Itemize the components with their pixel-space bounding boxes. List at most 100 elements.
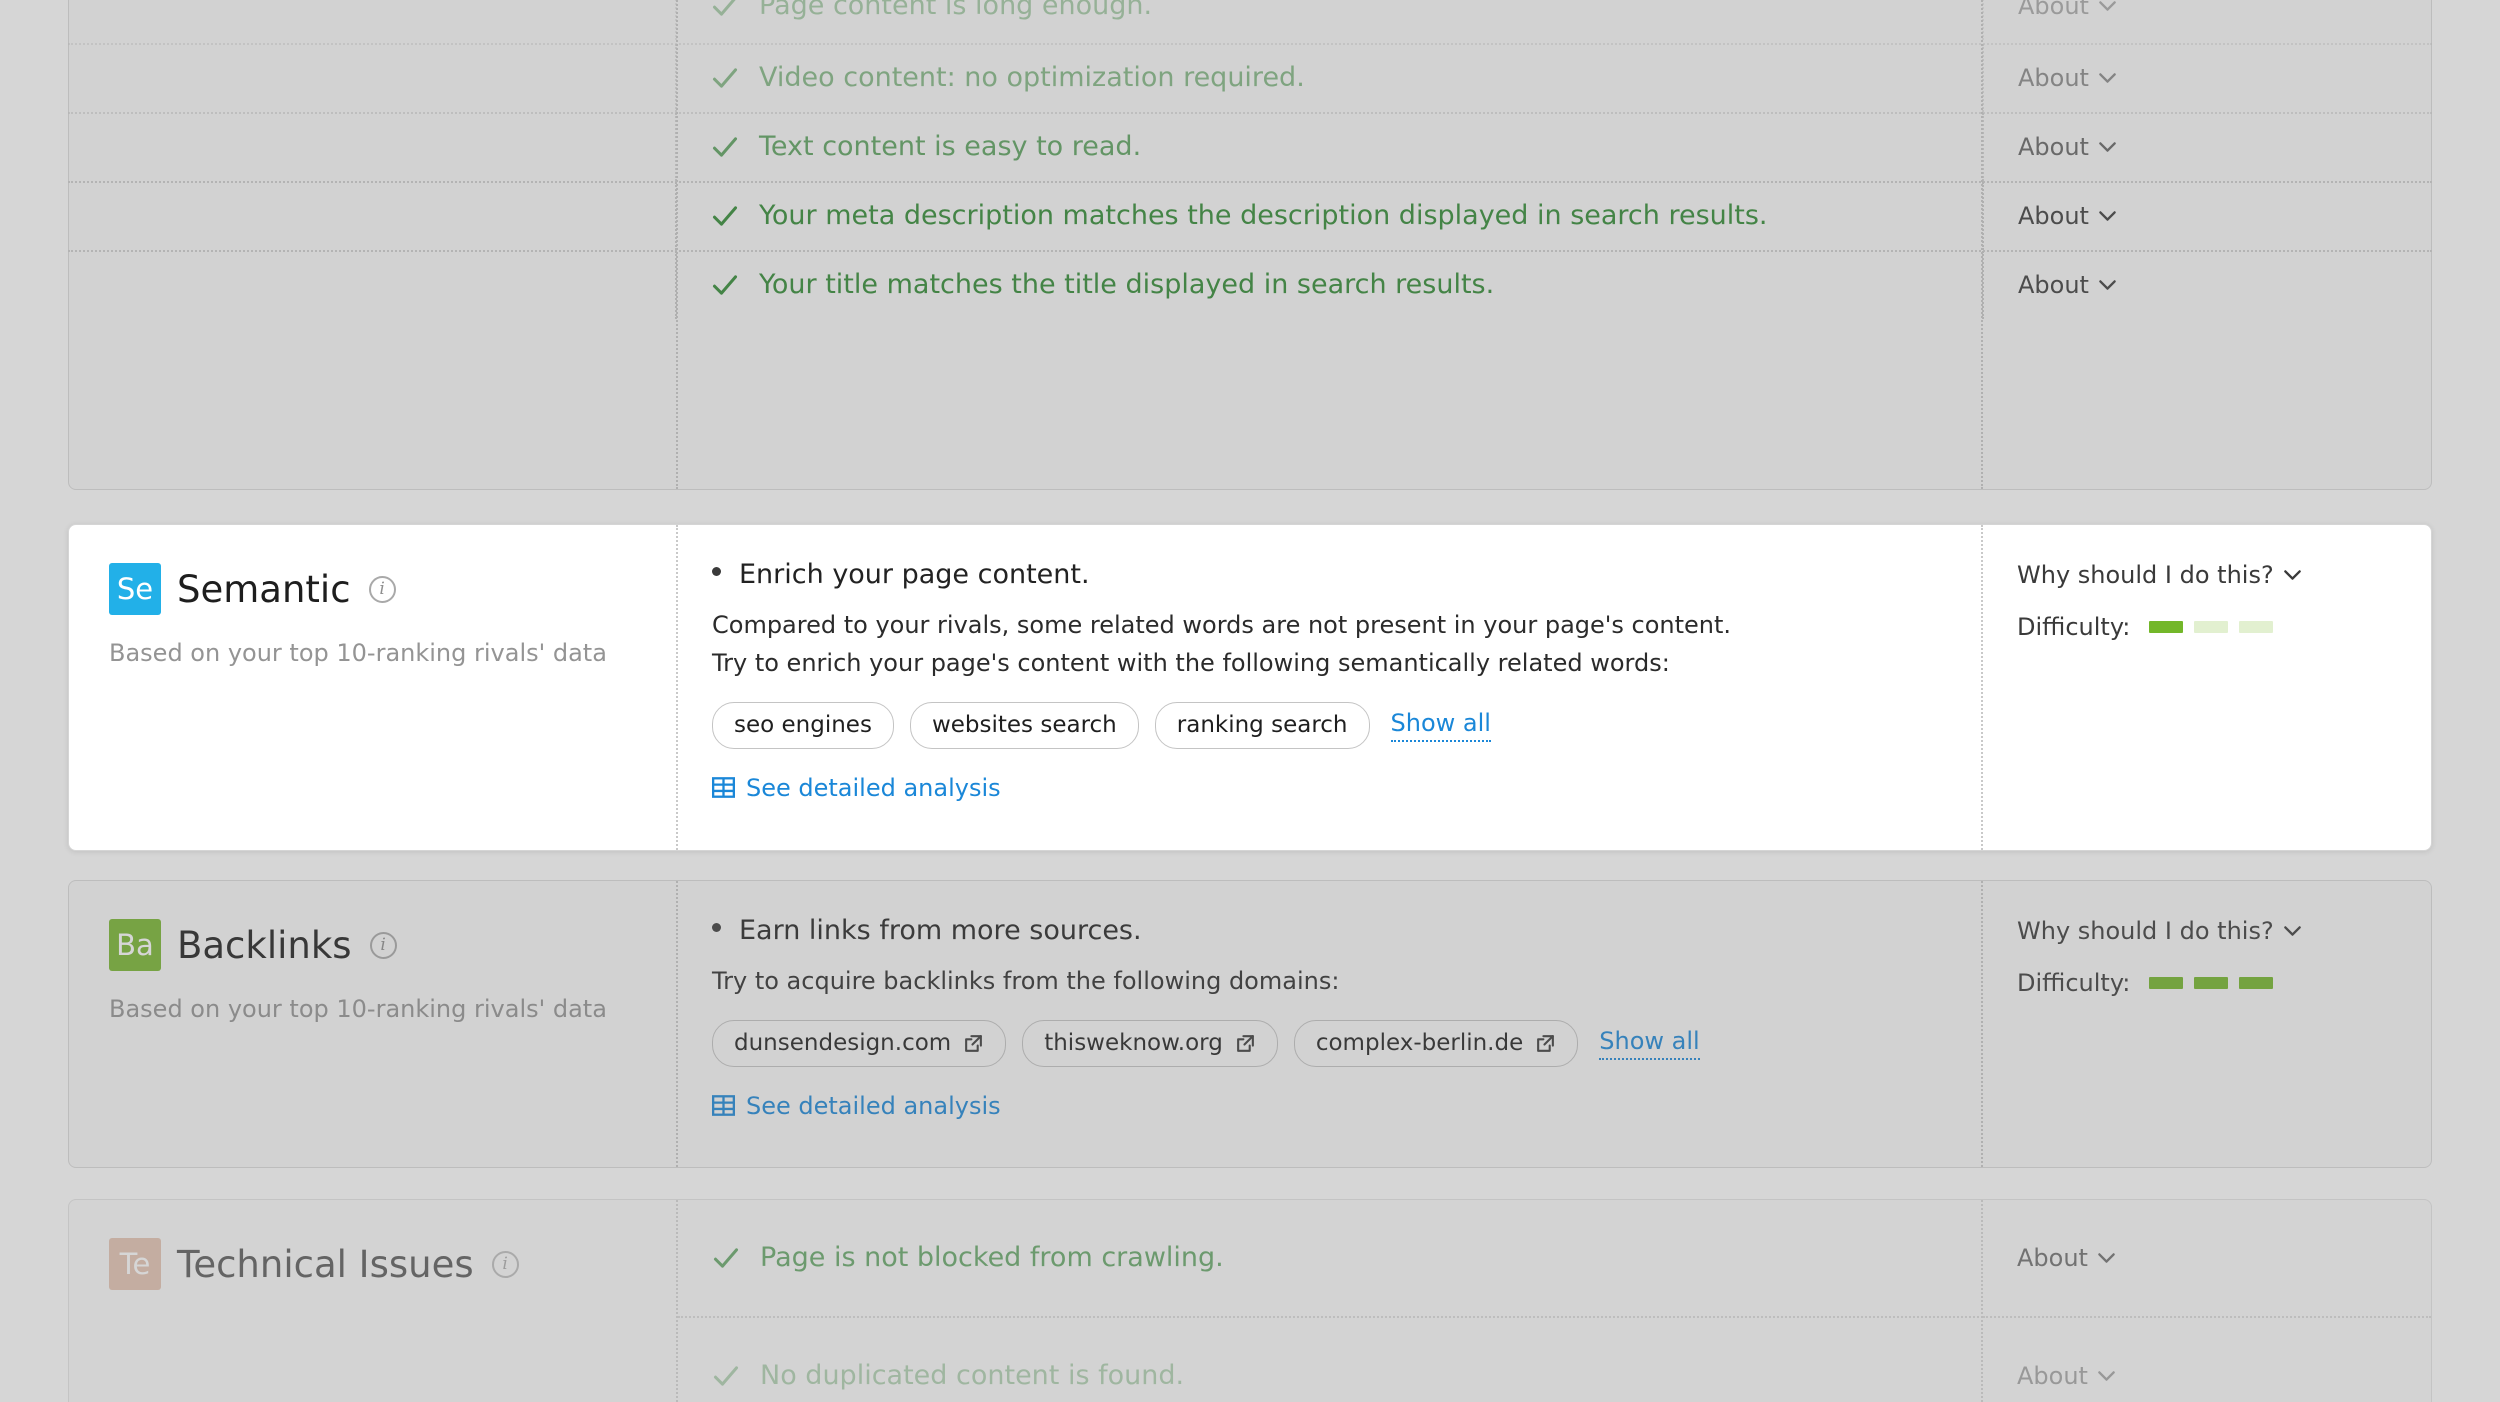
- check-row-left: [68, 0, 677, 40]
- check-row-left: [68, 113, 677, 181]
- backlinks-card-content: Earn links from more sources. Try to acq…: [678, 881, 1983, 1167]
- check-icon: [712, 206, 738, 226]
- bullet-icon: [712, 923, 721, 932]
- about-link[interactable]: About: [2018, 64, 2117, 92]
- keyword-chip[interactable]: websites search: [909, 702, 1139, 749]
- difficulty-bar-filled: [2149, 621, 2184, 633]
- see-detailed-analysis-label: See detailed analysis: [746, 773, 1001, 802]
- chevron-down-icon: [2098, 1253, 2115, 1263]
- check-icon: [712, 137, 738, 157]
- keyword-chip-label: ranking search: [1176, 712, 1348, 739]
- chevron-down-icon: [2099, 73, 2116, 83]
- difficulty-indicator: Difficulty:: [2017, 969, 2411, 997]
- semantic-card-left: Se Semantic i Based on your top 10-ranki…: [69, 525, 678, 850]
- semantic-keyword-chips: seo engines websites search ranking sear…: [712, 702, 1953, 749]
- backlinks-card-subtitle: Based on your top 10-ranking rivals' dat…: [109, 995, 607, 1023]
- check-row-right: About: [1984, 44, 2432, 112]
- about-label: About: [2018, 0, 2089, 20]
- about-link[interactable]: About: [2017, 1362, 2116, 1390]
- difficulty-bars: [2149, 621, 2274, 633]
- technical-issues-card[interactable]: Te Technical Issues i Page is not blocke…: [68, 1199, 2432, 1402]
- backlinks-domain-chips: dunsendesign.com thisweknow.org complex-…: [712, 1020, 1953, 1067]
- about-label: About: [2018, 133, 2089, 161]
- check-row: Your meta description matches the descri…: [68, 182, 2432, 250]
- about-label: About: [2018, 271, 2089, 299]
- check-icon: [712, 68, 738, 88]
- backlinks-badge-icon: Ba: [109, 919, 161, 971]
- about-link[interactable]: About: [2018, 202, 2117, 230]
- about-link[interactable]: About: [2018, 0, 2117, 20]
- info-icon[interactable]: i: [368, 575, 396, 603]
- semantic-card-header: Se Semantic i: [109, 563, 638, 615]
- see-detailed-analysis-link[interactable]: See detailed analysis: [712, 774, 1953, 802]
- semantic-card-meta: Why should I do this? Difficulty:: [1983, 525, 2431, 850]
- backlinks-body-line-1: Try to acquire backlinks from the follow…: [712, 967, 1340, 995]
- about-link[interactable]: About: [2018, 133, 2117, 161]
- info-icon[interactable]: i: [491, 1250, 519, 1278]
- semantic-card-content: Enrich your page content. Compared to yo…: [678, 525, 1983, 850]
- check-icon: [713, 1248, 739, 1268]
- check-row-middle: Your title matches the title displayed i…: [677, 251, 1984, 319]
- check-row-left: [68, 44, 677, 112]
- backlinks-card[interactable]: Ba Backlinks i Based on your top 10-rank…: [68, 880, 2432, 1168]
- difficulty-bar-filled: [2194, 977, 2229, 989]
- semantic-card-title: Semantic: [177, 567, 351, 611]
- difficulty-bars: [2149, 977, 2274, 989]
- about-link[interactable]: About: [2017, 1244, 2116, 1272]
- why-should-i-do-this-link[interactable]: Why should I do this?: [2017, 561, 2302, 589]
- why-label: Why should I do this?: [2017, 561, 2274, 589]
- show-all-link[interactable]: Show all: [1390, 709, 1491, 743]
- technical-check-row: No duplicated content is found.: [678, 1318, 1983, 1402]
- technical-check-label: Page is not blocked from crawling.: [760, 1241, 1224, 1273]
- check-row-right: About: [1984, 251, 2432, 319]
- check-row-label: Your meta description matches the descri…: [759, 199, 1768, 231]
- keyword-chip[interactable]: ranking search: [1154, 702, 1370, 749]
- table-grid-icon: [712, 1095, 735, 1117]
- difficulty-label: Difficulty:: [2017, 969, 2131, 997]
- semantic-card[interactable]: Se Semantic i Based on your top 10-ranki…: [68, 524, 2432, 851]
- why-should-i-do-this-link[interactable]: Why should I do this?: [2017, 917, 2302, 945]
- semantic-body-line-2: Try to enrich your page's content with t…: [712, 649, 1670, 678]
- check-row-label: Text content is easy to read.: [759, 130, 1142, 162]
- chevron-down-icon: [2098, 1371, 2115, 1381]
- seo-audit-page: Page content is long enough. About Video…: [0, 0, 2500, 1402]
- chevron-down-icon: [2099, 280, 2116, 290]
- domain-chip-label: complex-berlin.de: [1315, 1030, 1524, 1057]
- semantic-headline-row: Enrich your page content.: [712, 559, 1953, 590]
- technical-card-left: Te Technical Issues i: [69, 1200, 678, 1402]
- chevron-down-icon: [2099, 1, 2116, 11]
- backlinks-headline-row: Earn links from more sources.: [712, 915, 1953, 946]
- semantic-card-subtitle: Based on your top 10-ranking rivals' dat…: [109, 639, 607, 667]
- domain-chip[interactable]: dunsendesign.com: [712, 1020, 1007, 1067]
- see-detailed-analysis-link[interactable]: See detailed analysis: [712, 1092, 1953, 1120]
- check-row-label: Video content: no optimization required.: [759, 61, 1305, 93]
- domain-chip[interactable]: complex-berlin.de: [1293, 1020, 1579, 1067]
- show-all-link[interactable]: Show all: [1599, 1027, 1700, 1060]
- backlinks-headline: Earn links from more sources.: [739, 915, 1142, 946]
- keyword-chip-label: websites search: [931, 712, 1117, 739]
- domain-chip-label: thisweknow.org: [1044, 1030, 1223, 1057]
- info-icon[interactable]: i: [369, 931, 397, 959]
- technical-check-row: Page is not blocked from crawling.: [678, 1200, 1983, 1316]
- about-label: About: [2018, 202, 2089, 230]
- check-row: Text content is easy to read. About: [68, 113, 2432, 181]
- check-icon: [712, 275, 738, 295]
- keyword-chip[interactable]: seo engines: [712, 702, 894, 749]
- check-icon: [713, 1366, 739, 1386]
- check-row-middle: Text content is easy to read.: [677, 113, 1984, 181]
- about-link[interactable]: About: [2018, 271, 2117, 299]
- bullet-icon: [712, 567, 721, 576]
- domain-chip-label: dunsendesign.com: [734, 1030, 952, 1057]
- difficulty-label: Difficulty:: [2017, 613, 2131, 641]
- check-row-right: About: [1984, 113, 2432, 181]
- domain-chip[interactable]: thisweknow.org: [1022, 1020, 1278, 1067]
- check-row: Page content is long enough. About: [68, 0, 2432, 40]
- backlinks-card-header: Ba Backlinks i: [109, 919, 638, 971]
- check-row-left: [68, 182, 677, 250]
- technical-card-meta: About About: [1983, 1200, 2431, 1402]
- why-label: Why should I do this?: [2017, 917, 2274, 945]
- difficulty-bar-filled: [2239, 977, 2274, 989]
- difficulty-bar-empty: [2239, 621, 2274, 633]
- difficulty-bar-empty: [2194, 621, 2229, 633]
- technical-card-content: Page is not blocked from crawling. No du…: [678, 1200, 1983, 1402]
